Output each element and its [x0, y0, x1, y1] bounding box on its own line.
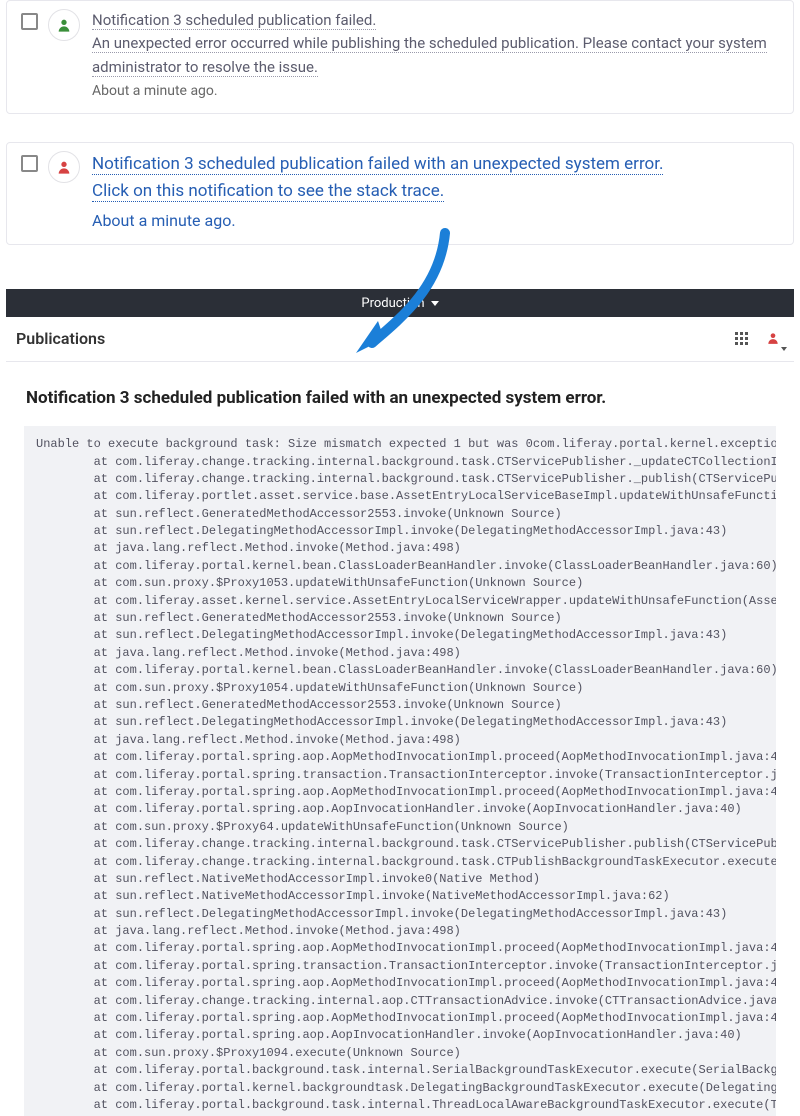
- notification-title[interactable]: Notification 3 scheduled publication fai…: [92, 11, 376, 30]
- user-icon: [766, 331, 780, 345]
- stack-trace[interactable]: Unable to execute background task: Size …: [24, 426, 776, 1116]
- checkbox-wrap: [17, 9, 48, 34]
- arrow-icon: [350, 225, 460, 365]
- checkbox-wrap: [17, 151, 48, 176]
- select-checkbox[interactable]: [21, 155, 38, 172]
- detail-title: Notification 3 scheduled publication fai…: [24, 384, 776, 426]
- avatar: [48, 9, 80, 41]
- notification-item[interactable]: Notification 3 scheduled publication fai…: [6, 0, 794, 114]
- notification-subtitle[interactable]: Click on this notification to see the st…: [92, 181, 444, 202]
- notification-subtitle[interactable]: An unexpected error occurred while publi…: [92, 34, 767, 76]
- notification-body: Notification 3 scheduled publication fai…: [92, 151, 783, 230]
- notification-title[interactable]: Notification 3 scheduled publication fai…: [92, 154, 663, 175]
- page-title: Publications: [16, 329, 105, 348]
- user-icon: [56, 159, 72, 175]
- select-checkbox[interactable]: [21, 13, 38, 30]
- apps-grid-icon[interactable]: [735, 332, 748, 345]
- notification-body: Notification 3 scheduled publication fai…: [92, 9, 783, 99]
- publication-detail: Notification 3 scheduled publication fai…: [6, 384, 794, 1116]
- user-menu[interactable]: [762, 327, 784, 349]
- avatar: [48, 151, 80, 183]
- page-actions: [735, 327, 784, 349]
- notification-time: About a minute ago.: [92, 83, 783, 99]
- user-icon: [56, 17, 72, 33]
